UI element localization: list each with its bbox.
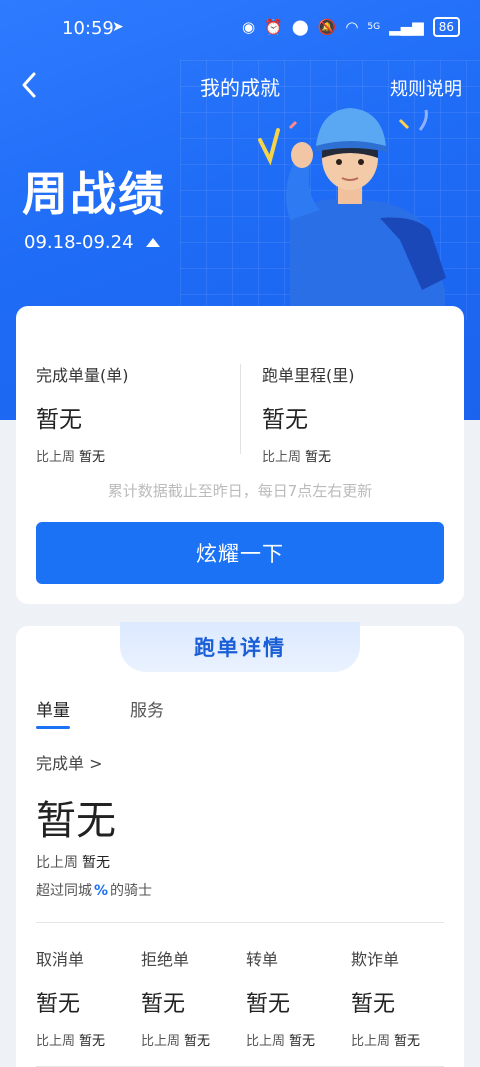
completed-orders-value: 暂无 xyxy=(36,798,116,844)
tab-service[interactable]: 服务 xyxy=(130,696,164,721)
status-icons: ◉ ⏰ ⬤ 🔕 ◠ 5G ▂▄▆ 86 xyxy=(242,17,460,37)
rider-illustration xyxy=(258,108,446,310)
battery-icon: 86 xyxy=(432,17,460,37)
status-time: 10:59 xyxy=(62,18,114,39)
mileage-stat: 跑单里程(里) 暂无 比上周 暂无 xyxy=(262,362,355,465)
metric-fraud: 欺诈单 暂无 比上周 暂无 xyxy=(351,946,456,1049)
exceed-riders-text: 超过同城% 的骑士 xyxy=(36,883,153,899)
metric-label: 取消单 xyxy=(36,950,85,969)
eye-icon: ◉ xyxy=(242,18,256,36)
divider xyxy=(240,364,241,454)
wifi-icon: ◠ xyxy=(345,18,359,36)
stat-compare: 比上周 暂无 xyxy=(262,450,332,465)
stat-value: 暂无 xyxy=(36,407,82,433)
metric-value: 暂无 xyxy=(36,992,81,1017)
hero-title: 周战绩 xyxy=(22,167,166,221)
summary-card: 完成单量(单) 暂无 比上周 暂无 跑单里程(里) 暂无 比上周 暂无 累计数据截止… xyxy=(16,306,464,604)
update-note: 累计数据截止至昨日，每日7点左右更新 xyxy=(107,482,373,500)
metric-value: 暂无 xyxy=(246,992,291,1017)
rules-link[interactable]: 规则说明 xyxy=(390,75,462,101)
network-label: 5G xyxy=(367,22,381,32)
metric-cancelled: 取消单 暂无 比上周 暂无 xyxy=(36,946,141,1049)
stat-value: 暂无 xyxy=(262,407,308,433)
signal-icon: ▂▄▆ xyxy=(389,18,424,36)
location-icon: ⬤ xyxy=(291,18,309,36)
order-metrics: 取消单 暂无 比上周 暂无 拒绝单 暂无 比上周 暂无 转单 暂无 比上周 暂无 欺诈… xyxy=(36,946,456,1049)
details-header: 跑单详情 xyxy=(120,622,360,672)
details-card: 跑单详情 单量 服务 完成单 > 暂无 比上周 暂无 超过同城% 的骑士 取消单 暂… xyxy=(16,622,464,1067)
date-range-text: 09.18-09.24 xyxy=(24,232,134,253)
show-off-button[interactable]: 炫耀一下 xyxy=(36,522,444,584)
divider xyxy=(36,922,444,923)
stat-label: 跑单里程(里) xyxy=(262,366,355,385)
mute-icon: 🔕 xyxy=(317,18,337,36)
metric-compare: 比上周 暂无 xyxy=(141,1034,211,1049)
stat-label: 完成单量(单) xyxy=(36,366,129,385)
metric-value: 暂无 xyxy=(351,992,396,1017)
metric-rejected: 拒绝单 暂无 比上周 暂无 xyxy=(141,946,246,1049)
metric-label: 转单 xyxy=(246,950,279,969)
completed-orders-compare: 比上周 暂无 xyxy=(36,855,110,871)
metric-transferred: 转单 暂无 比上周 暂无 xyxy=(246,946,351,1049)
metric-value: 暂无 xyxy=(141,992,186,1017)
completed-orders-stat: 完成单量(单) 暂无 比上周 暂无 xyxy=(36,362,129,465)
details-tabs: 单量 服务 xyxy=(36,696,164,729)
status-bar: 10:59 ➤ ◉ ⏰ ⬤ 🔕 ◠ 5G ▂▄▆ 86 xyxy=(0,0,480,58)
metric-label: 拒绝单 xyxy=(141,950,190,969)
date-range-selector[interactable]: 09.18-09.24 xyxy=(24,232,160,253)
metric-label: 欺诈单 xyxy=(351,950,400,969)
alarm-icon: ⏰ xyxy=(264,18,283,36)
tab-orders[interactable]: 单量 xyxy=(36,696,70,729)
metric-compare: 比上周 暂无 xyxy=(351,1034,421,1049)
stat-compare: 比上周 暂无 xyxy=(36,450,106,465)
caret-up-icon xyxy=(145,238,160,247)
location-arrow-icon: ➤ xyxy=(112,19,124,35)
completed-orders-link[interactable]: 完成单 > xyxy=(36,750,103,774)
metric-compare: 比上周 暂无 xyxy=(36,1034,106,1049)
metric-compare: 比上周 暂无 xyxy=(246,1034,316,1049)
